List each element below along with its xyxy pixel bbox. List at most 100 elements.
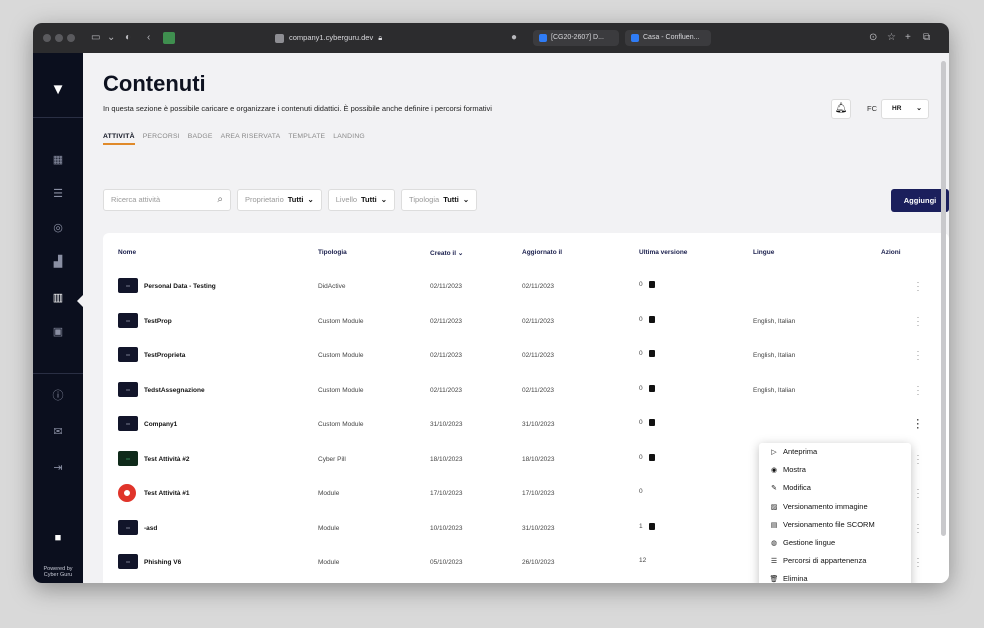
- chevron-down-icon[interactable]: ⌄: [107, 31, 115, 45]
- activity-created: 18/10/2023: [430, 455, 463, 463]
- activity-name[interactable]: Personal Data - Testing: [144, 283, 216, 290]
- sidebar-toggle-icon[interactable]: ▭: [91, 31, 100, 45]
- document-icon[interactable]: [648, 522, 655, 530]
- menu-item-elimina[interactable]: 🗑︎ Elimina: [769, 570, 808, 583]
- menu-item-versionamento-immagine[interactable]: ▨ Versionamento immagine: [769, 498, 868, 516]
- row-actions-icon[interactable]: · · ·: [915, 450, 921, 467]
- tabs-overview-icon[interactable]: ⧉: [923, 31, 930, 45]
- col-header-name[interactable]: Nome: [118, 249, 136, 256]
- info-icon[interactable]: ⓘ: [49, 387, 67, 405]
- activity-thumbnail: ▭: [118, 450, 138, 466]
- owner-filter[interactable]: Proprietario Tutti ⌄: [237, 189, 322, 211]
- tab-badge[interactable]: BADGE: [188, 133, 213, 145]
- menu-item-modifica[interactable]: ✎ Modifica: [769, 479, 811, 497]
- language-select[interactable]: HR ⌄: [881, 99, 929, 119]
- square-icon[interactable]: ■: [49, 529, 67, 547]
- row-actions-icon[interactable]: · · ·: [915, 347, 921, 364]
- tab-percorsi[interactable]: PERCORSI: [143, 133, 180, 145]
- row-actions-icon[interactable]: · · ·: [915, 312, 921, 329]
- address-bar[interactable]: company1.cyberguru.dev 🔒︎: [275, 30, 425, 46]
- calendar-icon[interactable]: ▣: [49, 323, 67, 341]
- activity-name[interactable]: Test Attività #2: [144, 456, 190, 463]
- document-icon[interactable]: [648, 315, 655, 323]
- zoom-window-button[interactable]: [67, 34, 75, 42]
- chart-icon[interactable]: ▟: [49, 253, 67, 271]
- book-icon[interactable]: ▥: [49, 289, 67, 307]
- activity-name[interactable]: -asd: [144, 525, 157, 532]
- level-filter[interactable]: Livello Tutti ⌄: [327, 189, 396, 211]
- document-icon[interactable]: [648, 384, 655, 392]
- user-initials[interactable]: FC: [867, 99, 877, 119]
- row-actions-icon[interactable]: · · ·: [915, 278, 921, 295]
- chevron-down-icon: ⌄: [916, 105, 922, 112]
- row-actions-icon[interactable]: · · ·: [915, 485, 921, 502]
- document-icon[interactable]: [648, 453, 655, 461]
- table-row[interactable]: ▭ TestProprieta Custom Module 02/11/2023 02/…: [103, 341, 949, 375]
- tab-area-riservata[interactable]: AREA RISERVATA: [221, 133, 281, 145]
- menu-item-anteprima[interactable]: ▷ Anteprima: [769, 443, 817, 461]
- menu-item-gestione-lingue[interactable]: ◍ Gestione lingue: [769, 534, 835, 552]
- row-actions-icon[interactable]: · · ·: [915, 416, 921, 433]
- url-text: company1.cyberguru.dev: [289, 33, 374, 42]
- row-actions-icon[interactable]: · · ·: [915, 554, 921, 571]
- menu-item-percorsi-di-appartenenza[interactable]: ☰ Percorsi di appartenenza: [769, 552, 867, 570]
- activity-created: 02/11/2023: [430, 386, 463, 394]
- activity-name[interactable]: TestProp: [144, 318, 172, 325]
- version-number: 0: [639, 315, 643, 323]
- dashboard-icon[interactable]: ▦: [49, 151, 67, 169]
- table-row[interactable]: ▭ TedstAssegnazione Custom Module 02/11/202…: [103, 376, 949, 410]
- menu-item-mostra[interactable]: ◉ Mostra: [769, 461, 806, 479]
- document-icon[interactable]: [648, 281, 655, 288]
- activity-name[interactable]: Phishing V6: [144, 559, 181, 566]
- row-actions-icon[interactable]: · · ·: [915, 381, 921, 398]
- activity-version: 0: [639, 315, 655, 323]
- browser-tab-confluence[interactable]: Casa - Confluen...: [625, 30, 711, 46]
- browser-tab-jira[interactable]: [CG20-2607] D...: [533, 30, 619, 46]
- menu-item-label: Mostra: [783, 465, 806, 475]
- document-icon[interactable]: [648, 350, 655, 357]
- tab-group-icon[interactable]: [163, 32, 175, 44]
- search-input[interactable]: Ricerca attività ⌕: [103, 189, 231, 211]
- mail-icon[interactable]: ✉: [49, 423, 67, 441]
- activity-name[interactable]: Company1: [144, 421, 177, 428]
- activity-name[interactable]: Test Attività #1: [144, 490, 190, 497]
- menu-item-versionamento-file-scorm[interactable]: ▤ Versionamento file SCORM: [769, 516, 875, 534]
- tab-landing[interactable]: LANDING: [333, 133, 365, 145]
- activity-type: Custom Module: [318, 352, 364, 359]
- logout-icon[interactable]: ⇥: [49, 459, 67, 477]
- servers-icon[interactable]: ☰: [49, 185, 67, 203]
- menu-item-label: Gestione lingue: [783, 538, 836, 547]
- tab-template[interactable]: TEMPLATE: [288, 133, 325, 145]
- tab-attivita[interactable]: ATTIVITÀ: [103, 133, 135, 145]
- col-header-updated[interactable]: Aggiornato il: [522, 249, 562, 256]
- scrollbar[interactable]: [941, 61, 946, 536]
- col-header-version[interactable]: Ultima versione: [639, 249, 687, 256]
- table-row[interactable]: ▭ Personal Data - Testing DidActive 02/11/2…: [103, 272, 949, 306]
- close-window-button[interactable]: [43, 34, 51, 42]
- activity-thumbnail: ▭: [118, 554, 138, 569]
- table-row[interactable]: ▭ Company1 Custom Module 31/10/2023 31/10/20…: [103, 410, 949, 444]
- type-filter[interactable]: Tipologia Tutti ⌄: [401, 189, 478, 211]
- col-header-type[interactable]: Tipologia: [318, 249, 347, 256]
- activity-name[interactable]: TestProprieta: [144, 352, 185, 359]
- row-actions-icon[interactable]: · · ·: [915, 519, 921, 536]
- col-header-languages[interactable]: Lingue: [753, 249, 774, 256]
- activity-created: 02/11/2023: [430, 283, 463, 290]
- new-tab-icon[interactable]: +: [905, 31, 911, 45]
- table-row[interactable]: ▭ TestProp Custom Module 02/11/2023 02/11/20…: [103, 307, 949, 341]
- shield-icon[interactable]: ◐: [125, 31, 131, 45]
- minimize-window-button[interactable]: [55, 34, 63, 42]
- user-icon[interactable]: ◎: [49, 219, 67, 237]
- activity-name[interactable]: TedstAssegnazione: [144, 387, 205, 394]
- more-icon[interactable]: ●: [511, 31, 517, 45]
- star-icon[interactable]: ☆: [887, 31, 896, 45]
- logo-icon[interactable]: ▼: [49, 81, 67, 99]
- col-header-created[interactable]: Creato il ⌄: [430, 249, 463, 257]
- document-icon[interactable]: [648, 419, 655, 426]
- download-icon[interactable]: ⊙: [869, 31, 877, 45]
- back-icon[interactable]: ‹: [147, 31, 150, 45]
- bell-icon[interactable]: 🔔︎: [831, 99, 851, 119]
- activity-updated: 17/10/2023: [522, 490, 555, 497]
- activity-updated: 02/11/2023: [522, 386, 555, 394]
- version-number: 0: [639, 488, 643, 495]
